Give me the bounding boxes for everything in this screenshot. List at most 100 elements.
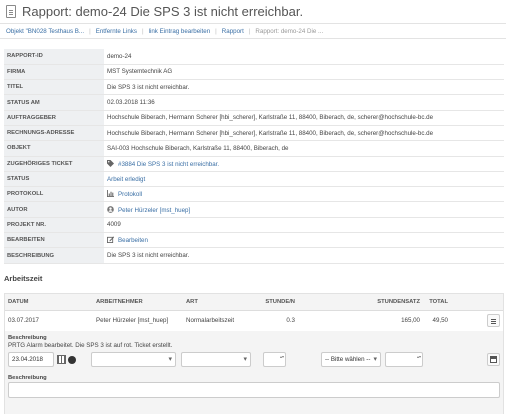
detail-value-cell: Arbeit erledigt xyxy=(104,171,504,188)
stundensatz-select[interactable]: -- Bitte wählen -- xyxy=(321,352,381,368)
detail-label: RECHNUNGS-ADRESSE xyxy=(4,125,104,142)
detail-value: SAI-003 Hochschule Biberach, Karlstraße … xyxy=(104,140,504,157)
breadcrumb-separator: | xyxy=(215,27,217,35)
description-textarea[interactable] xyxy=(8,381,500,398)
detail-row-beschreibung: BESCHREIBUNG Die SPS 3 ist nicht erreich… xyxy=(4,247,504,264)
cell-stunden: 0.3 xyxy=(258,310,298,331)
column-header-stundensatz: STUNDENSATZ xyxy=(298,293,423,312)
rapport-details-table: RAPPORT-ID demo-24 FIRMA MST Systemtechn… xyxy=(4,49,504,264)
detail-value-cell: #3884 Die SPS 3 ist nicht erreichbar. xyxy=(104,156,504,172)
user-icon xyxy=(107,205,114,213)
page-header: Rapport: demo-24 Die SPS 3 ist nicht err… xyxy=(0,0,506,24)
table-row: 03.07.2017 Peter Hürzeler [mst_huep] Nor… xyxy=(5,310,503,331)
cell-arbeitnehmer: Peter Hürzeler [mst_huep] xyxy=(93,310,183,331)
detail-row-auftraggeber: AUFTRAGGEBER Hochschule Biberach, Herman… xyxy=(4,110,504,126)
arbeitszeit-table: DATUM ARBEITNEHMER ART STUNDE/N STUNDENS… xyxy=(5,293,503,331)
detail-row-titel: TITEL Die SPS 3 ist nicht erreichbar. xyxy=(4,79,504,96)
status-link[interactable]: Arbeit erledigt xyxy=(107,176,145,183)
breadcrumb-link-rapport[interactable]: Rapport xyxy=(222,28,244,35)
detail-row-protokoll: PROTOKOLL Protokoll xyxy=(4,186,504,203)
detail-value-cell: Protokoll xyxy=(104,186,504,203)
edit-icon xyxy=(107,236,114,244)
art-select[interactable] xyxy=(181,352,251,368)
total-input[interactable] xyxy=(385,352,423,368)
breadcrumb-current: Rapport: demo-24 Die ... xyxy=(255,27,324,35)
stunden-input[interactable] xyxy=(263,352,286,368)
detail-row-ticket: ZUGEHÖRIGES TICKET #3884 Die SPS 3 ist n… xyxy=(4,156,504,172)
detail-value-cell: Peter Hürzeler [mst_huep] xyxy=(104,201,504,218)
detail-row-status: STATUS Arbeit erledigt xyxy=(4,171,504,188)
column-header-datum: DATUM xyxy=(5,293,93,312)
arbeitszeit-panel: DATUM ARBEITNEHMER ART STUNDE/N STUNDENS… xyxy=(4,292,504,414)
column-header-art: ART xyxy=(183,293,258,312)
detail-label: BEARBEITEN xyxy=(4,232,104,249)
detail-label: BESCHREIBUNG xyxy=(4,247,104,264)
detail-label: STATUS xyxy=(4,171,104,188)
breadcrumb-link-entfernte-links[interactable]: Entfernte Links xyxy=(96,28,137,35)
detail-row-projekt-nr: PROJEKT NR. 4009 xyxy=(4,217,504,234)
column-header-actions xyxy=(451,293,503,312)
cell-art: Normalarbeitszeit xyxy=(183,310,258,331)
detail-label: OBJEKT xyxy=(4,140,104,157)
breadcrumb-separator: | xyxy=(248,27,251,35)
new-description-label: Beschreibung xyxy=(8,374,47,381)
save-icon xyxy=(490,356,497,364)
new-entry-form: 23.04.2018 -- Bitte wählen -- xyxy=(5,349,503,371)
column-header-stunden: STUNDE/N xyxy=(258,293,298,312)
detail-row-autor: AUTOR Peter Hürzeler [mst_huep] xyxy=(4,201,504,218)
detail-label: RAPPORT-ID xyxy=(4,49,104,65)
detail-row-status-am: STATUS AM 02.03.2018 11:36 xyxy=(4,94,504,111)
cell-total: 49,50 xyxy=(423,310,451,331)
detail-row-rechnungsadresse: RECHNUNGS-ADRESSE Hochschule Biberach, H… xyxy=(4,125,504,142)
column-header-arbeitnehmer: ARBEITNEHMER xyxy=(93,293,183,312)
detail-row-objekt: OBJEKT SAI-003 Hochschule Biberach, Karl… xyxy=(4,140,504,157)
detail-value: Die SPS 3 ist nicht erreichbar. xyxy=(104,79,504,96)
detail-row-firma: FIRMA MST Systemtechnik AG xyxy=(4,64,504,81)
detail-label: TITEL xyxy=(4,79,104,96)
date-input[interactable]: 23.04.2018 xyxy=(8,352,54,368)
detail-value: 4009 xyxy=(104,217,504,234)
row-description-text: PRTG Alarm bearbeitet. Die SPS 3 ist auf… xyxy=(8,341,173,349)
breadcrumb-separator: | xyxy=(141,27,144,35)
detail-row-bearbeiten: BEARBEITEN Bearbeiten xyxy=(4,232,504,249)
detail-label: ZUGEHÖRIGES TICKET xyxy=(4,156,104,172)
row-menu-button[interactable] xyxy=(487,314,500,328)
detail-label: AUFTRAGGEBER xyxy=(4,110,104,126)
detail-label: STATUS AM xyxy=(4,94,104,111)
detail-label: PROTOKOLL xyxy=(4,186,104,203)
column-header-total: TOTAL xyxy=(423,293,451,312)
document-icon xyxy=(6,5,16,18)
clear-date-icon[interactable] xyxy=(68,355,76,364)
detail-value: demo-24 xyxy=(104,49,504,65)
bearbeiten-link[interactable]: Bearbeiten xyxy=(118,237,148,244)
breadcrumb-separator: | xyxy=(89,27,91,35)
page-title: Rapport: demo-24 Die SPS 3 ist nicht err… xyxy=(22,4,304,19)
detail-value: Hochschule Biberach, Hermann Scherer [hb… xyxy=(104,110,504,126)
tag-icon xyxy=(107,159,114,167)
detail-label: AUTOR xyxy=(4,201,104,218)
ticket-link[interactable]: #3884 Die SPS 3 ist nicht erreichbar. xyxy=(118,161,219,168)
detail-value: 02.03.2018 11:36 xyxy=(104,94,504,111)
protokoll-link[interactable]: Protokoll xyxy=(118,191,142,198)
breadcrumb-link-objekt[interactable]: Objekt "BN028 Testhaus B... xyxy=(6,28,84,35)
breadcrumb-link-eintrag-bearbeiten[interactable]: link Eintrag bearbeiten xyxy=(149,28,211,35)
save-button[interactable] xyxy=(487,353,500,367)
detail-value: Die SPS 3 ist nicht erreichbar. xyxy=(104,247,504,264)
detail-value: MST Systemtechnik AG xyxy=(104,64,504,81)
calendar-icon[interactable] xyxy=(57,355,66,365)
autor-link[interactable]: Peter Hürzeler [mst_huep] xyxy=(118,207,190,214)
detail-row-rapport-id: RAPPORT-ID demo-24 xyxy=(4,49,504,65)
detail-value-cell: Bearbeiten xyxy=(104,232,504,249)
table-header-row: DATUM ARBEITNEHMER ART STUNDE/N STUNDENS… xyxy=(5,293,503,312)
detail-label: PROJEKT NR. xyxy=(4,217,104,234)
detail-label: FIRMA xyxy=(4,64,104,81)
cell-datum: 03.07.2017 xyxy=(5,310,93,331)
cell-stundensatz: 165,00 xyxy=(298,310,423,331)
breadcrumb: Objekt "BN028 Testhaus B... | Entfernte … xyxy=(0,24,506,39)
detail-value: Hochschule Biberach, Hermann Scherer [hb… xyxy=(104,125,504,142)
cell-actions xyxy=(451,310,503,331)
arbeitnehmer-select[interactable] xyxy=(91,352,176,368)
chart-icon xyxy=(107,190,114,198)
arbeitszeit-heading: Arbeitszeit xyxy=(4,273,43,283)
row-description-label: Beschreibung xyxy=(8,334,47,341)
